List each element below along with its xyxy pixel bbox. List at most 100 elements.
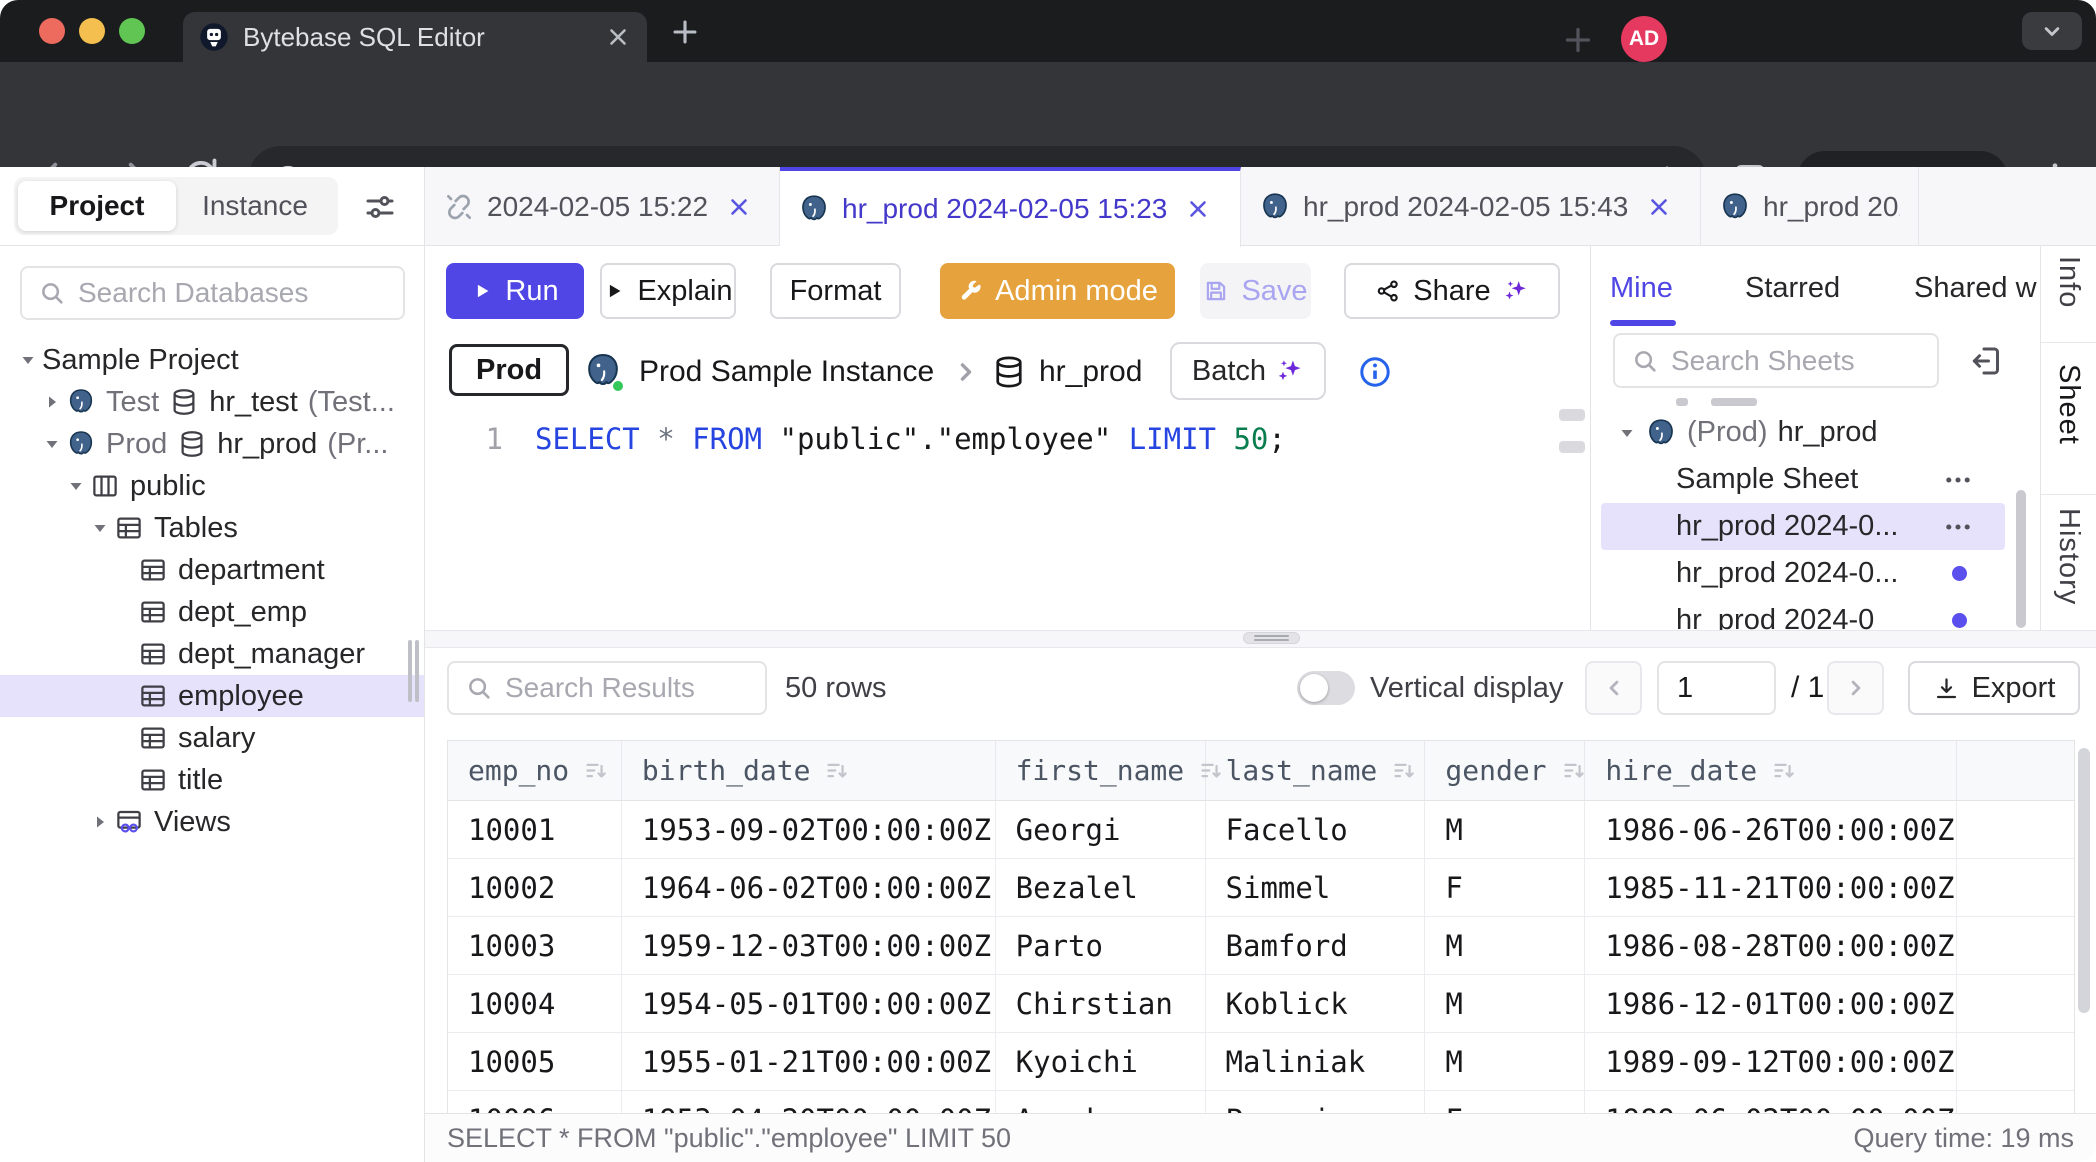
sort-icon[interactable] xyxy=(583,757,610,784)
admin-mode-button[interactable]: Admin mode xyxy=(940,263,1175,319)
table-cell[interactable]: F xyxy=(1425,1091,1585,1113)
table-cell[interactable]: 1985-11-21T00:00:00Z xyxy=(1585,859,1957,916)
column-header-last-name[interactable]: last_name xyxy=(1206,741,1426,800)
run-button[interactable]: Run xyxy=(446,263,584,319)
new-sheet-tab-icon[interactable] xyxy=(1560,22,1596,58)
tree-item-sample-project[interactable]: Sample Project xyxy=(0,339,424,381)
vertical-display-toggle[interactable] xyxy=(1297,671,1355,705)
column-header-birth-date[interactable]: birth_date xyxy=(622,741,996,800)
table-row[interactable]: 100031959-12-03T00:00:00ZPartoBamfordM19… xyxy=(448,917,2074,975)
next-page-button[interactable] xyxy=(1827,661,1884,715)
tree-item-hr-test[interactable]: Testhr_test(Test... xyxy=(0,381,424,423)
fullscreen-window-button[interactable] xyxy=(119,18,145,44)
table-cell[interactable]: 10001 xyxy=(448,801,622,858)
table-cell[interactable]: 1986-06-26T00:00:00Z xyxy=(1585,801,1957,858)
table-cell[interactable]: Bezalel xyxy=(996,859,1206,916)
sheet-item-1[interactable]: Sample Sheet xyxy=(1601,456,2005,503)
table-cell[interactable]: Anneke xyxy=(996,1091,1206,1113)
table-cell[interactable]: 1986-08-28T00:00:00Z xyxy=(1585,917,1957,974)
save-button[interactable]: Save xyxy=(1200,263,1311,319)
table-cell[interactable]: 1953-09-02T00:00:00Z xyxy=(622,801,996,858)
instance-name[interactable]: Prod Sample Instance xyxy=(639,337,934,407)
table-cell[interactable]: Maliniak xyxy=(1206,1033,1426,1090)
sheet-item-menu-icon[interactable] xyxy=(1941,510,1975,544)
editor-tab-3[interactable]: hr_prod 2024-02-05 15:43 xyxy=(1241,167,1701,246)
caret-right-icon[interactable] xyxy=(86,810,114,834)
results-search-input[interactable] xyxy=(503,671,765,705)
sidebar-tab-project[interactable]: Project xyxy=(18,181,176,231)
database-search[interactable] xyxy=(20,266,405,320)
minimize-window-button[interactable] xyxy=(79,18,105,44)
previous-page-button[interactable] xyxy=(1585,661,1642,715)
table-row[interactable]: 100041954-05-01T00:00:00ZChirstianKoblic… xyxy=(448,975,2074,1033)
table-cell[interactable]: Simmel xyxy=(1206,859,1426,916)
caret-down-icon[interactable] xyxy=(1613,421,1641,445)
table-cell[interactable]: M xyxy=(1425,1033,1585,1090)
column-header-hire-date[interactable]: hire_date xyxy=(1585,741,1957,800)
sort-icon[interactable] xyxy=(824,757,851,784)
page-input[interactable] xyxy=(1657,661,1776,715)
sheets-tab-starred[interactable]: Starred xyxy=(1745,268,1840,308)
column-header-first-name[interactable]: first_name xyxy=(996,741,1206,800)
table-cell[interactable]: M xyxy=(1425,801,1585,858)
results-scrollbar[interactable] xyxy=(2078,748,2090,1013)
sort-icon[interactable] xyxy=(1391,757,1418,784)
export-button[interactable]: Export xyxy=(1908,661,2080,715)
tree-item-dept-emp[interactable]: dept_emp xyxy=(0,591,424,633)
table-cell[interactable]: 1954-05-01T00:00:00Z xyxy=(622,975,996,1032)
editor-tab-1[interactable]: 2024-02-05 15:22 xyxy=(425,167,780,246)
sheet-group[interactable]: (Prod)hr_prod xyxy=(1601,409,2005,456)
table-row[interactable]: 100061953-04-20T00:00:00ZAnnekePreusigF1… xyxy=(448,1091,2074,1113)
table-row[interactable]: 100051955-01-21T00:00:00ZKyoichiMaliniak… xyxy=(448,1033,2074,1091)
close-browser-tab-icon[interactable] xyxy=(605,24,631,50)
sheet-item-4[interactable]: hr_prod 2024-0 xyxy=(1601,597,2005,630)
rail-tab-info[interactable]: Info xyxy=(2052,256,2085,308)
table-cell[interactable]: 10003 xyxy=(448,917,622,974)
filter-settings-icon[interactable] xyxy=(362,189,398,225)
splitter-handle[interactable] xyxy=(1243,632,1300,644)
browser-tab[interactable]: Bytebase SQL Editor xyxy=(183,12,647,62)
tree-item-title[interactable]: title xyxy=(0,759,424,801)
table-cell[interactable]: 1964-06-02T00:00:00Z xyxy=(622,859,996,916)
table-row[interactable]: 100021964-06-02T00:00:00ZBezalelSimmelF1… xyxy=(448,859,2074,917)
sort-icon[interactable] xyxy=(1561,757,1588,784)
format-button[interactable]: Format xyxy=(770,263,901,319)
sheet-search-input[interactable] xyxy=(1669,344,1937,378)
sheet-item-2[interactable]: hr_prod 2024-0... xyxy=(1601,503,2005,550)
sheet-item-menu-icon[interactable] xyxy=(1941,463,1975,497)
close-window-button[interactable] xyxy=(39,18,65,44)
table-cell[interactable]: Georgi xyxy=(996,801,1206,858)
table-cell[interactable]: 1989-06-02T00:00:00Z xyxy=(1585,1091,1957,1113)
sheet-list-scrollbar[interactable] xyxy=(2016,490,2026,628)
sheets-tab-shared-w[interactable]: Shared w xyxy=(1914,268,2037,308)
caret-down-icon[interactable] xyxy=(14,348,42,372)
editor-tab-2[interactable]: hr_prod 2024-02-05 15:23 xyxy=(780,167,1241,247)
collapse-panel-icon[interactable] xyxy=(1969,343,2005,379)
table-row[interactable]: 100011953-09-02T00:00:00ZGeorgiFacelloM1… xyxy=(448,801,2074,859)
close-tab-icon[interactable] xyxy=(726,194,752,220)
column-header-gender[interactable]: gender xyxy=(1425,741,1585,800)
rail-tab-history[interactable]: History xyxy=(2052,508,2085,605)
table-cell[interactable]: 10005 xyxy=(448,1033,622,1090)
sheet-search[interactable] xyxy=(1613,333,1939,388)
table-cell[interactable]: M xyxy=(1425,975,1585,1032)
table-cell[interactable]: M xyxy=(1425,917,1585,974)
table-cell[interactable]: 10002 xyxy=(448,859,622,916)
table-cell[interactable]: 1955-01-21T00:00:00Z xyxy=(622,1033,996,1090)
tree-item-employee[interactable]: employee xyxy=(0,675,424,717)
tree-item-dept-manager[interactable]: dept_manager xyxy=(0,633,424,675)
tree-item-department[interactable]: department xyxy=(0,549,424,591)
table-cell[interactable]: 10004 xyxy=(448,975,622,1032)
close-tab-icon[interactable] xyxy=(1185,196,1211,222)
sql-editor[interactable]: 1 SELECT * FROM "public"."employee" LIMI… xyxy=(425,407,1590,630)
caret-down-icon[interactable] xyxy=(62,474,90,498)
table-cell[interactable]: Parto xyxy=(996,917,1206,974)
close-tab-icon[interactable] xyxy=(1646,194,1672,220)
table-cell[interactable]: 1953-04-20T00:00:00Z xyxy=(622,1091,996,1113)
results-search[interactable] xyxy=(447,661,767,715)
editor-tab-4[interactable]: hr_prod 2024-0 xyxy=(1701,167,1919,246)
table-cell[interactable]: Chirstian xyxy=(996,975,1206,1032)
tree-item-public[interactable]: public xyxy=(0,465,424,507)
table-cell[interactable]: Preusig xyxy=(1206,1091,1426,1113)
table-cell[interactable]: Kyoichi xyxy=(996,1033,1206,1090)
